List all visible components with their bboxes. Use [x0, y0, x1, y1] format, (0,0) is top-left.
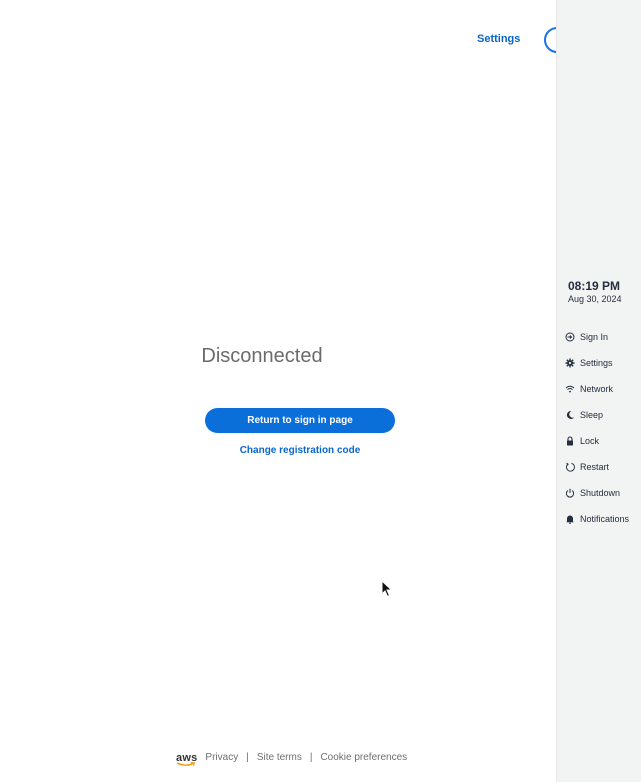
sign-in-icon — [565, 332, 575, 342]
clock-time: 08:19 PM — [568, 279, 621, 293]
sidebar-item-label: Sleep — [580, 410, 604, 420]
site-terms-link[interactable]: Site terms — [257, 752, 302, 763]
sidebar-item-label: Notifications — [580, 514, 630, 524]
sidebar-item-sleep[interactable]: Sleep — [565, 402, 629, 428]
sidebar-item-network[interactable]: Network — [565, 376, 629, 402]
sidebar-item-label: Shutdown — [580, 488, 621, 498]
sidebar: 08:19 PM Aug 30, 2024 Sign In Settings N… — [556, 0, 641, 782]
status-title: Disconnected — [201, 345, 323, 367]
return-to-sign-in-button[interactable]: Return to sign in page — [205, 408, 395, 433]
sidebar-item-settings[interactable]: Settings — [565, 350, 629, 376]
sidebar-item-shutdown[interactable]: Shutdown — [565, 480, 629, 506]
sidebar-item-label: Lock — [580, 436, 600, 446]
privacy-link[interactable]: Privacy — [205, 752, 238, 763]
sidebar-item-label: Network — [580, 384, 614, 394]
wifi-icon — [565, 385, 575, 393]
settings-link[interactable]: Settings — [477, 33, 520, 45]
restart-icon — [566, 462, 575, 472]
main-area: Settings Disconnected Return to sign in … — [0, 0, 570, 782]
aws-logo: aws — [176, 752, 197, 766]
app-window: Settings Disconnected Return to sign in … — [0, 0, 641, 782]
sidebar-item-restart[interactable]: Restart — [565, 454, 629, 480]
footer: aws Privacy | Site terms | Cookie prefer… — [176, 752, 407, 766]
change-registration-code-link[interactable]: Change registration code — [205, 445, 395, 456]
sidebar-item-notifications[interactable]: Notifications — [565, 506, 629, 532]
footer-separator: | — [246, 752, 249, 763]
moon-icon — [566, 410, 574, 419]
mouse-pointer-icon — [381, 580, 393, 598]
sidebar-item-label: Sign In — [580, 332, 609, 342]
aws-smile-icon — [176, 761, 196, 766]
sidebar-item-lock[interactable]: Lock — [565, 428, 629, 454]
sidebar-item-label: Settings — [580, 358, 613, 368]
footer-separator: | — [309, 752, 313, 763]
sidebar-menu: Sign In Settings Network Sleep Lock Rest… — [565, 324, 629, 532]
power-icon — [565, 488, 575, 498]
cookie-preferences-link[interactable]: Cookie preferences — [320, 752, 407, 763]
bell-icon — [566, 515, 574, 524]
lock-icon — [567, 436, 573, 446]
sidebar-item-label: Restart — [580, 462, 610, 472]
sidebar-item-sign-in[interactable]: Sign In — [565, 324, 629, 350]
clock-date: Aug 30, 2024 — [568, 294, 622, 304]
gear-icon — [565, 358, 575, 368]
